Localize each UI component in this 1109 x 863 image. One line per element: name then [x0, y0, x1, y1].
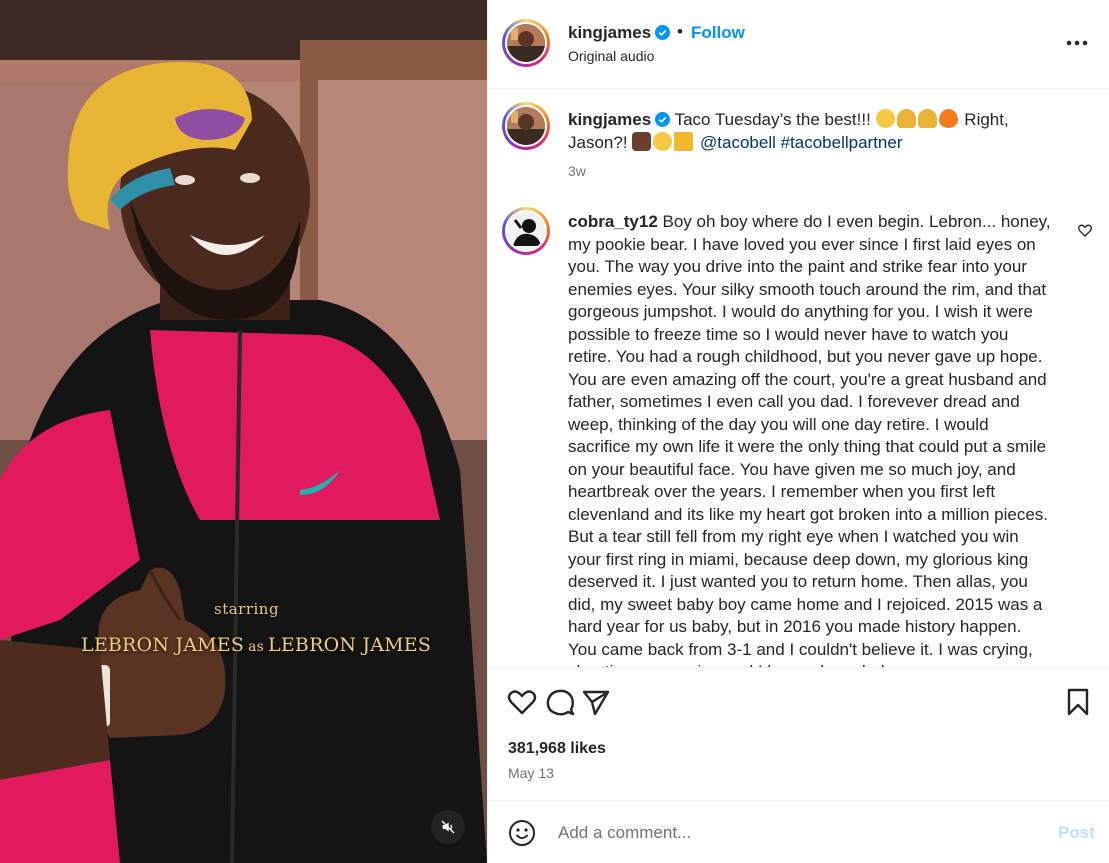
caption-author-avatar[interactable]	[502, 102, 550, 150]
author-avatar-image	[507, 24, 545, 62]
caption-username[interactable]: kingjames	[568, 110, 651, 129]
comment-text: cobra_ty12 Boy oh boy where do I even be…	[568, 211, 1054, 667]
add-comment-bar: Post	[488, 800, 1109, 863]
commenter-avatar[interactable]	[502, 207, 550, 255]
post-details-panel: kingjames • Follow Original audio kingja…	[487, 0, 1109, 863]
post-comment-button[interactable]: Post	[1058, 823, 1095, 843]
heart-icon[interactable]	[506, 686, 538, 718]
smiley-icon[interactable]	[508, 819, 536, 847]
comment-like-heart-icon[interactable]	[1077, 222, 1093, 238]
post-actions-bar: 381,968 likes May 13	[488, 667, 1109, 807]
taco-emoji-icon	[896, 109, 916, 128]
crown-emoji-icon	[674, 132, 694, 151]
caption-name-right: LEBRON JAMES	[268, 634, 432, 656]
header-separator: •	[677, 22, 683, 41]
commenter-avatar-image	[507, 212, 545, 250]
comments-scroll-area[interactable]: kingjames Taco Tuesday’s the best!!! Rig…	[488, 89, 1109, 667]
author-avatar[interactable]	[502, 19, 550, 67]
video-caption-credit: LEBRON JAMES as LEBRON JAMES	[81, 634, 431, 656]
share-icon[interactable]	[580, 686, 612, 718]
comment-body: Boy oh boy where do I even begin. Lebron…	[568, 212, 1051, 667]
caption-name-left: LEBRON JAMES	[81, 634, 245, 656]
taco-emoji-icon	[917, 109, 937, 128]
author-username-text: kingjames	[568, 23, 652, 42]
instagram-post-view: starring LEBRON JAMES as LEBRON JAMES ki…	[0, 0, 1109, 863]
people-emoji-icon	[632, 132, 652, 151]
more-options-button[interactable]	[1064, 30, 1090, 56]
add-comment-input[interactable]	[558, 821, 1028, 845]
follow-button[interactable]: Follow	[691, 23, 745, 43]
verified-badge-icon	[655, 25, 671, 40]
fire-emoji-icon	[938, 109, 958, 128]
more-horizontal-icon	[1066, 40, 1088, 46]
caption-as: as	[248, 639, 265, 655]
post-video[interactable]: starring LEBRON JAMES as LEBRON JAMES	[0, 0, 487, 863]
speaker-muted-icon	[441, 820, 455, 834]
video-frame-image	[0, 0, 487, 863]
grinning-emoji-icon	[875, 109, 895, 128]
original-audio-link[interactable]: Original audio	[568, 48, 654, 64]
caption-body-1: Taco Tuesday’s the best!!!	[674, 110, 871, 129]
caption-timestamp: 3w	[568, 163, 586, 179]
caption-mentions-link[interactable]: @tacobell #tacobellpartner	[700, 133, 903, 152]
verified-badge-icon	[655, 112, 671, 127]
commenter-username[interactable]: cobra_ty12	[568, 212, 658, 231]
caption-avatar-image	[507, 107, 545, 145]
author-username[interactable]: kingjames	[568, 23, 671, 43]
laughing-emoji-icon	[653, 132, 673, 151]
post-date[interactable]: May 13	[508, 765, 554, 781]
video-caption-starring: starring	[214, 600, 280, 618]
bookmark-icon[interactable]	[1062, 686, 1094, 718]
likes-count[interactable]: 381,968 likes	[508, 740, 606, 758]
mute-toggle-button[interactable]	[431, 810, 465, 844]
post-header: kingjames • Follow Original audio	[488, 0, 1109, 89]
comment-icon[interactable]	[544, 686, 576, 718]
caption-text: kingjames Taco Tuesday’s the best!!! Rig…	[568, 108, 1028, 154]
